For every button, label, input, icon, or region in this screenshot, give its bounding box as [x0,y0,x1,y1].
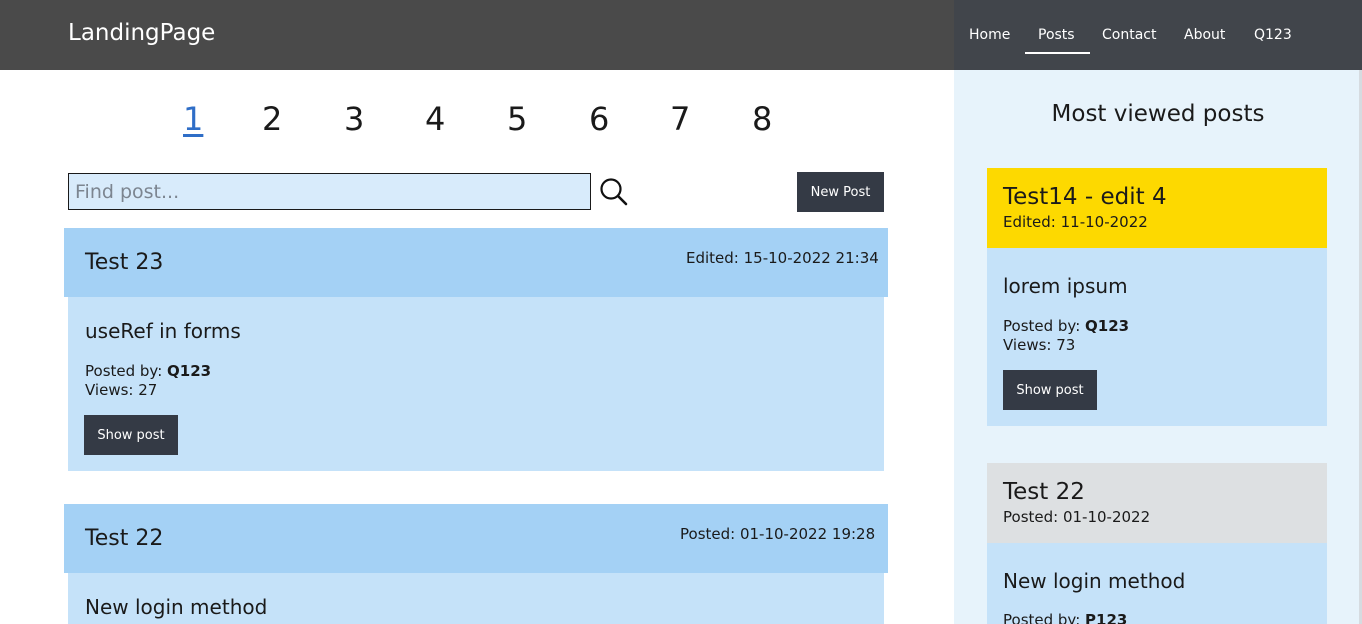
page-link-6[interactable]: 6 [589,100,609,138]
side-card-subtitle: lorem ipsum [1003,274,1128,298]
show-post-button[interactable]: Show post [1003,370,1097,410]
nav-contact[interactable]: Contact [1102,27,1156,43]
sidebar-title: Most viewed posts [1051,101,1265,127]
side-card-title: Test 22 [1003,479,1085,505]
posted-by-label: Posted by: [85,362,168,380]
side-card-author[interactable]: Q123 [1085,317,1129,335]
posted-by-label: Posted by: [1003,317,1086,335]
side-card-date: Posted: 01-10-2022 [1003,508,1151,526]
navbar: LandingPage Home Posts Contact About Q12… [0,0,1362,70]
nav-home[interactable]: Home [969,27,1010,43]
side-card-author[interactable]: P123 [1085,611,1127,624]
search-icon[interactable] [599,177,629,207]
side-card-meta: Posted by: Q123 Views: 73 [1003,317,1129,355]
page-link-1[interactable]: 1 [183,100,203,138]
page-link-5[interactable]: 5 [507,100,527,138]
page-link-8[interactable]: 8 [752,100,772,138]
post-date: Edited: 15-10-2022 21:34 [686,249,879,267]
page-link-2[interactable]: 2 [262,100,282,138]
post-subtitle: useRef in forms [85,319,241,343]
show-post-button[interactable]: Show post [84,415,178,455]
page-link-4[interactable]: 4 [425,100,445,138]
nav-links [954,0,1362,70]
nav-active-indicator [1025,52,1090,54]
side-card-views: Views: 73 [1003,336,1076,354]
posted-by-label: Posted by: [1003,611,1086,624]
post-views: Views: 27 [85,381,158,399]
post-meta: Posted by: Q123 Views: 27 [85,362,211,400]
nav-posts[interactable]: Posts [1038,27,1075,43]
post-subtitle: New login method [85,595,268,619]
post-date: Posted: 01-10-2022 19:28 [680,525,876,543]
page-link-7[interactable]: 7 [670,100,690,138]
search-input[interactable] [68,173,591,210]
nav-user[interactable]: Q123 [1254,27,1292,43]
new-post-button[interactable]: New Post [797,172,884,212]
post-title: Test 23 [85,250,164,275]
side-card-date: Edited: 11-10-2022 [1003,213,1148,231]
brand-logo[interactable]: LandingPage [68,20,215,46]
nav-about[interactable]: About [1184,27,1225,43]
side-card-title: Test14 - edit 4 [1003,184,1167,210]
side-card-meta: Posted by: P123 [1003,611,1127,624]
page-link-3[interactable]: 3 [344,100,364,138]
side-card-subtitle: New login method [1003,569,1186,593]
post-author[interactable]: Q123 [167,362,211,380]
post-title: Test 22 [85,526,164,551]
